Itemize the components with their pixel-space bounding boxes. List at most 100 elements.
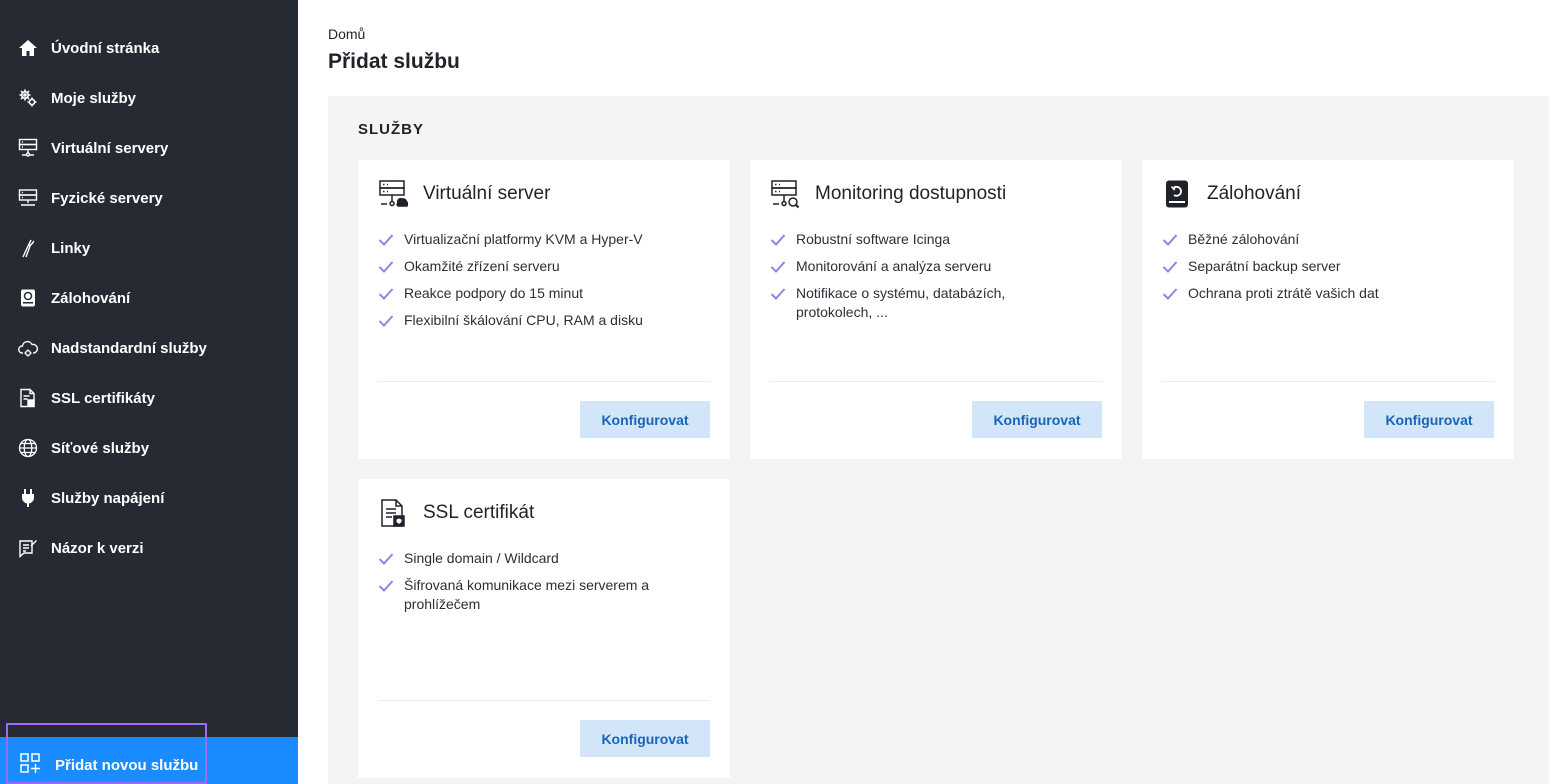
sidebar-item-virtual-servers[interactable]: Virtuální servery [0, 123, 298, 173]
feature-item: Notifikace o systému, databázích, protok… [770, 284, 1100, 322]
card-divider [1162, 381, 1494, 382]
service-card-virtual-server: Virtuální server Virtualizační platformy… [358, 160, 730, 459]
card-divider [770, 381, 1102, 382]
sidebar-item-my-services[interactable]: Moje služby [0, 73, 298, 123]
feedback-icon [17, 537, 39, 559]
check-icon [378, 261, 394, 273]
configure-button[interactable]: Konfigurovat [1364, 401, 1494, 438]
configure-button[interactable]: Konfigurovat [972, 401, 1102, 438]
certificate-icon [378, 498, 408, 528]
feature-item: Šifrovaná komunikace mezi serverem a pro… [378, 576, 708, 614]
feature-item: Virtualizační platformy KVM a Hyper-V [378, 230, 708, 249]
feature-text: Reakce podpory do 15 minut [404, 285, 583, 301]
gears-icon [17, 87, 39, 109]
services-panel: SLUŽBY Virtuální server Virtualizační pl… [328, 96, 1549, 784]
backup-icon [17, 287, 39, 309]
sidebar-item-label: Linky [51, 239, 91, 257]
sidebar-item-label: Úvodní stránka [51, 39, 160, 57]
feature-text: Šifrovaná komunikace mezi serverem a pro… [404, 577, 650, 612]
feature-item: Reakce podpory do 15 minut [378, 284, 708, 303]
service-card-monitoring: Monitoring dostupnosti Robustní software… [750, 160, 1122, 459]
feature-item: Flexibilní škálování CPU, RAM a disku [378, 311, 708, 330]
feature-item: Separátní backup server [1162, 257, 1492, 276]
sidebar-item-home[interactable]: Úvodní stránka [0, 23, 298, 73]
section-title: SLUŽBY [358, 121, 424, 138]
sidebar-item-network[interactable]: Síťové služby [0, 423, 298, 473]
feature-text: Monitorování a analýza serveru [796, 258, 992, 274]
sidebar-item-links[interactable]: Linky [0, 223, 298, 273]
sidebar-item-power[interactable]: Služby napájení [0, 473, 298, 523]
card-header: Monitoring dostupnosti [770, 179, 1006, 209]
feature-item: Robustní software Icinga [770, 230, 1100, 249]
sidebar-item-label: Moje služby [51, 89, 137, 107]
add-grid-icon [19, 752, 41, 774]
sidebar-item-label: Síťové služby [51, 439, 150, 457]
check-icon [378, 288, 394, 300]
add-new-service-label: Přidat novou službu [55, 757, 199, 774]
feature-item: Monitorování a analýza serveru [770, 257, 1100, 276]
globe-icon [17, 437, 39, 459]
add-new-service-button[interactable]: Přidat novou službu [6, 723, 207, 784]
check-icon [770, 288, 786, 300]
check-icon [770, 261, 786, 273]
card-divider [378, 381, 710, 382]
breadcrumb[interactable]: Domů [328, 26, 365, 42]
card-header: Virtuální server [378, 179, 550, 209]
feature-item: Okamžité zřízení serveru [378, 257, 708, 276]
sidebar-item-ssl[interactable]: SSL certifikáty [0, 373, 298, 423]
feature-text: Okamžité zřízení serveru [404, 258, 560, 274]
check-icon [1162, 288, 1178, 300]
feature-text: Single domain / Wildcard [404, 550, 559, 566]
feature-text: Separátní backup server [1188, 258, 1341, 274]
feature-item: Běžné zálohování [1162, 230, 1492, 249]
feature-text: Ochrana proti ztrátě vašich dat [1188, 285, 1379, 301]
feature-list: Běžné zálohování Separátní backup server… [1162, 230, 1492, 311]
card-divider [378, 700, 710, 701]
configure-button[interactable]: Konfigurovat [580, 720, 710, 757]
fiber-icon [17, 237, 39, 259]
sidebar-item-label: SSL certifikáty [51, 389, 155, 407]
configure-button[interactable]: Konfigurovat [580, 401, 710, 438]
feature-text: Běžné zálohování [1188, 231, 1300, 247]
sidebar-item-label: Fyzické servery [51, 189, 163, 207]
sidebar-nav: Úvodní stránka Moje služby Virtuální ser… [0, 0, 298, 573]
sidebar-item-premium-services[interactable]: Nadstandardní služby [0, 323, 298, 373]
card-title: SSL certifikát [423, 502, 535, 523]
feature-item: Ochrana proti ztrátě vašich dat [1162, 284, 1492, 303]
card-header: Zálohování [1162, 179, 1301, 209]
monitoring-server-icon [770, 179, 800, 209]
sidebar-item-feedback[interactable]: Názor k verzi [0, 523, 298, 573]
sidebar-item-label: Služby napájení [51, 489, 165, 507]
sidebar: Úvodní stránka Moje služby Virtuální ser… [0, 0, 298, 784]
card-title: Monitoring dostupnosti [815, 183, 1007, 204]
virtual-server-icon [378, 179, 409, 209]
add-service-bar: Přidat novou službu [0, 723, 298, 784]
feature-list: Robustní software Icinga Monitorování a … [770, 230, 1100, 330]
card-header: SSL certifikát [378, 498, 534, 528]
check-icon [1162, 234, 1178, 246]
cloud-cog-icon [17, 337, 39, 359]
check-icon [1162, 261, 1178, 273]
certificate-icon [17, 387, 39, 409]
sidebar-item-physical-servers[interactable]: Fyzické servery [0, 173, 298, 223]
feature-list: Single domain / Wildcard Šifrovaná komun… [378, 549, 708, 622]
sidebar-item-label: Zálohování [51, 289, 131, 307]
plug-icon [17, 487, 39, 509]
sidebar-item-label: Nadstandardní služby [51, 339, 207, 357]
virtual-server-icon [17, 137, 39, 159]
card-title: Zálohování [1207, 183, 1302, 204]
feature-text: Notifikace o systému, databázích, protok… [796, 285, 1006, 320]
card-title: Virtuální server [423, 183, 551, 204]
sidebar-item-label: Virtuální servery [51, 139, 169, 157]
check-icon [378, 553, 394, 565]
backup-icon [1162, 179, 1192, 209]
sidebar-item-backup[interactable]: Zálohování [0, 273, 298, 323]
check-icon [770, 234, 786, 246]
feature-text: Virtualizační platformy KVM a Hyper-V [404, 231, 643, 247]
physical-server-icon [17, 187, 39, 209]
check-icon [378, 234, 394, 246]
main-content: Domů Přidat službu SLUŽBY Virtuální serv… [298, 0, 1549, 784]
check-icon [378, 315, 394, 327]
sidebar-item-label: Názor k verzi [51, 539, 144, 557]
service-card-backup: Zálohování Běžné zálohování Separátní ba… [1142, 160, 1514, 459]
